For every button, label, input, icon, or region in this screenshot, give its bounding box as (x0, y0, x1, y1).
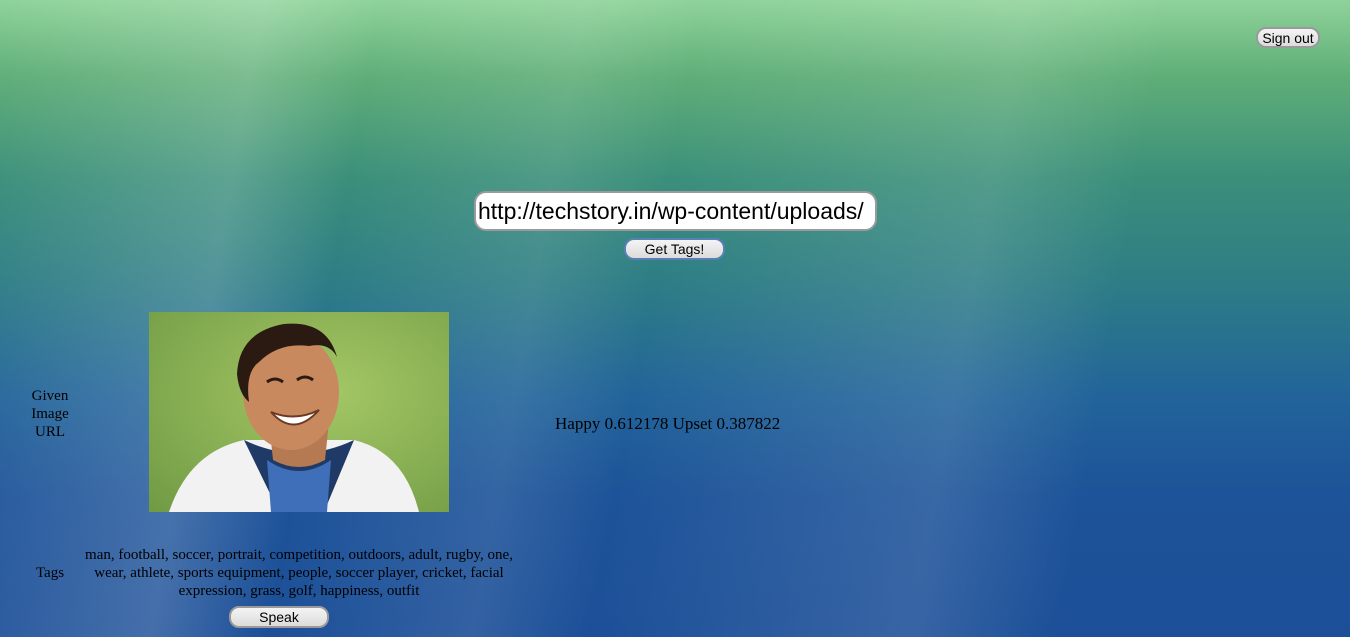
get-tags-button[interactable]: Get Tags! (624, 238, 725, 260)
speak-button[interactable]: Speak (229, 606, 329, 628)
given-image-url-label: Given Image URL (31, 388, 69, 440)
person-photo-illustration (169, 323, 419, 512)
tags-label: Tags (35, 565, 65, 581)
tags-list: man, football, soccer, portrait, competi… (85, 547, 513, 599)
emotion-scores: Happy 0.612178 Upset 0.387822 (555, 414, 781, 433)
image-url-input[interactable]: http://techstory.in/wp-content/uploads/ (474, 191, 877, 231)
sign-out-button[interactable]: Sign out (1256, 27, 1320, 48)
result-image (149, 312, 449, 512)
